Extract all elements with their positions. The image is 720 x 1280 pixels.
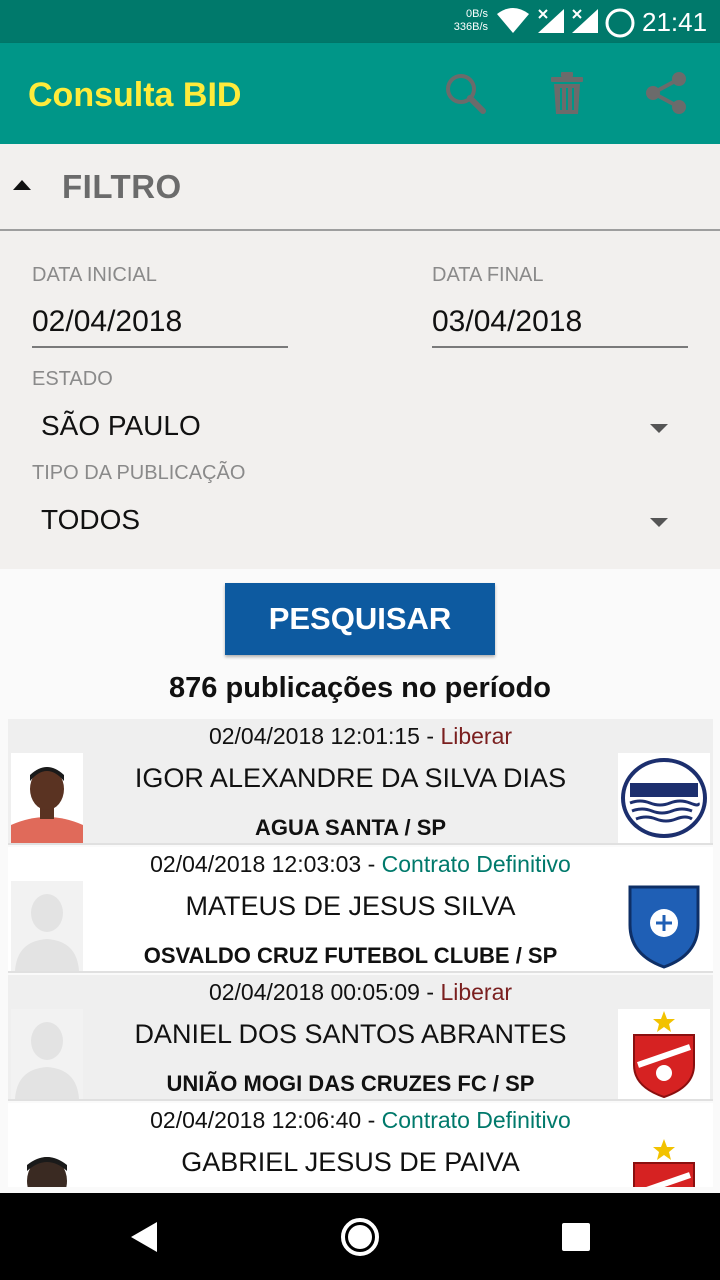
placeholder-avatar [11, 1009, 83, 1099]
publication-type-label: TIPO DA PUBLICAÇÃO [32, 462, 246, 484]
publication-type: Contrato Definitivo [381, 851, 571, 877]
clock: 21:41 [642, 7, 708, 37]
separator: - [419, 723, 441, 749]
back-button[interactable] [122, 1215, 166, 1259]
publication-type-value: TODOS [41, 504, 141, 535]
status-bar: 0B/s 336B/s 21:41 [0, 0, 720, 43]
start-date-label: DATA INICIAL [32, 264, 157, 286]
osvaldo-cruz-crest [618, 881, 710, 971]
home-button[interactable] [338, 1215, 382, 1259]
results-count: 876 publicações no período [169, 672, 551, 704]
publication-date: 02/04/2018 12:03:03 - Contrato Definitiv… [8, 851, 713, 878]
net-down: 0B/s [465, 8, 488, 20]
system-nav-bar [0, 1193, 720, 1280]
list-item[interactable]: 02/04/2018 12:03:03 - Contrato Definitiv… [8, 847, 713, 973]
trash-icon [551, 72, 583, 114]
recents-button[interactable] [554, 1215, 598, 1259]
agua-santa-crest [618, 753, 710, 843]
club-name: AGUA SANTA / SP [254, 815, 447, 840]
collapse-arrow-icon [13, 180, 31, 190]
search-button[interactable] [441, 69, 489, 117]
signal-x-icon [538, 9, 564, 33]
filter-panel: FILTRO DATA INICIAL 02/04/2018 DATA FINA… [0, 144, 720, 569]
state-label: ESTADO [32, 368, 113, 390]
search-icon [446, 74, 486, 114]
dropdown-arrow-icon [650, 424, 668, 433]
signal-x-icon [572, 9, 598, 33]
publication-date: 02/04/2018 12:06:40 - Contrato Definitiv… [8, 1107, 713, 1134]
publication-type: Contrato Definitivo [381, 1107, 571, 1133]
uniao-mogi-crest [618, 1009, 710, 1099]
player-photo [11, 1137, 83, 1187]
publication-date: 02/04/2018 00:05:09 - Liberar [8, 979, 713, 1006]
results-list: 02/04/2018 12:01:15 - Liberar IGOR ALEXA… [8, 719, 713, 1187]
club-name: UNIÃO MOGI DAS CRUZES FC / SP [166, 1071, 535, 1096]
datetime: 02/04/2018 00:05:09 [208, 979, 420, 1005]
search-submit-button[interactable]: PESQUISAR [225, 583, 495, 655]
share-icon [646, 72, 686, 114]
player-name: DANIEL DOS SANTOS ABRANTES [134, 1019, 567, 1049]
club-name: OSVALDO CRUZ FUTEBOL CLUBE / SP [143, 943, 558, 968]
state-value: SÃO PAULO [41, 410, 201, 441]
app-bar: Consulta BID [0, 43, 720, 144]
uniao-mogi-crest [618, 1137, 710, 1187]
separator: - [419, 979, 441, 1005]
player-photo [11, 753, 83, 843]
player-name: IGOR ALEXANDRE DA SILVA DIAS [134, 763, 567, 793]
end-date-label: DATA FINAL [432, 264, 544, 286]
publication-type: Liberar [440, 979, 513, 1005]
publication-type: Liberar [440, 723, 513, 749]
recents-icon [562, 1223, 590, 1251]
list-item[interactable]: 02/04/2018 12:06:40 - Contrato Definitiv… [8, 1103, 713, 1187]
app-title: Consulta BID [28, 76, 242, 114]
dropdown-arrow-icon [650, 518, 668, 527]
player-name: GABRIEL JESUS DE PAIVA [181, 1147, 520, 1177]
home-icon [341, 1218, 379, 1256]
list-item[interactable]: 02/04/2018 12:01:15 - Liberar IGOR ALEXA… [8, 719, 713, 845]
app-screen: 0B/s 336B/s 21:41 Consulta BID FILTRO DA… [0, 0, 720, 1280]
net-up: 336B/s [453, 21, 488, 33]
filter-toggle[interactable]: FILTRO [0, 144, 720, 231]
datetime: 02/04/2018 12:01:15 [208, 723, 420, 749]
wifi-icon [497, 8, 529, 33]
state-select[interactable]: SÃO PAULO [32, 404, 688, 452]
datetime: 02/04/2018 12:03:03 [150, 851, 362, 877]
start-date-field[interactable]: 02/04/2018 [32, 300, 288, 348]
publication-type-select[interactable]: TODOS [32, 498, 688, 546]
delete-button[interactable] [543, 69, 591, 117]
end-date-field[interactable]: 03/04/2018 [432, 300, 688, 348]
publication-date: 02/04/2018 12:01:15 - Liberar [8, 723, 713, 750]
separator: - [361, 1107, 382, 1133]
back-icon [131, 1222, 157, 1252]
player-name: MATEUS DE JESUS SILVA [185, 891, 516, 921]
separator: - [361, 851, 382, 877]
filter-title: FILTRO [62, 168, 182, 205]
datetime: 02/04/2018 12:06:40 [150, 1107, 362, 1133]
network-speed: 0B/s 336B/s [446, 8, 488, 34]
list-item[interactable]: 02/04/2018 00:05:09 - Liberar DANIEL DOS… [8, 975, 713, 1101]
circle-icon [605, 8, 635, 38]
placeholder-avatar [11, 881, 83, 971]
share-button[interactable] [642, 69, 690, 117]
